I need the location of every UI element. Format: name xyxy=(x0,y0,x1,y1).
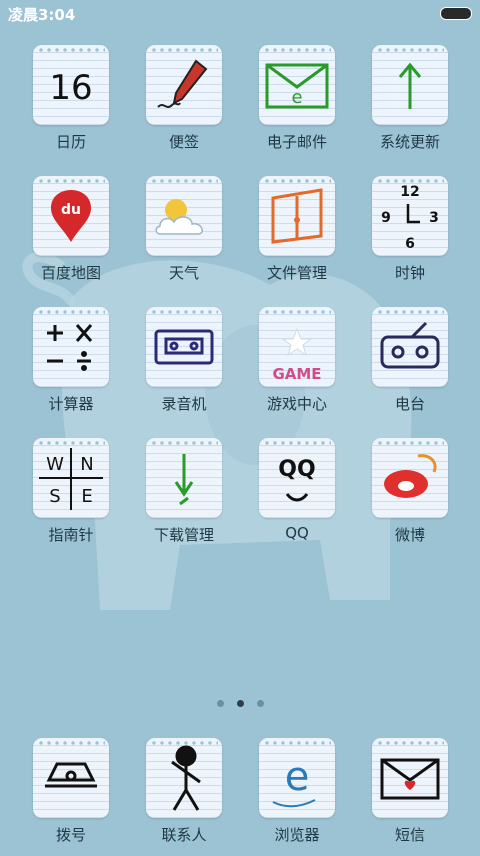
app-label: 文件管理 xyxy=(266,264,327,282)
browser-icon: e xyxy=(259,738,335,818)
app-label: 短信 xyxy=(394,826,425,844)
app-system-update[interactable]: 系统更新 xyxy=(360,45,460,163)
app-recorder[interactable]: 录音机 xyxy=(134,307,234,425)
app-calculator[interactable]: 计算器 xyxy=(21,307,121,425)
app-label: 电子邮件 xyxy=(266,133,327,151)
app-calendar[interactable]: 16 日历 xyxy=(21,45,121,163)
clock-digit: 3 xyxy=(429,210,439,226)
compass-icon: W N S E xyxy=(33,438,109,518)
page-indicator xyxy=(0,700,480,708)
calculator-icon xyxy=(33,307,109,387)
app-label: 时钟 xyxy=(394,264,425,282)
app-label: 录音机 xyxy=(161,395,207,413)
app-baidu-map[interactable]: du 百度地图 xyxy=(21,176,121,294)
app-label: 计算器 xyxy=(48,395,94,413)
app-qq[interactable]: QQ QQ xyxy=(247,438,347,556)
weibo-icon xyxy=(372,438,448,518)
app-label: QQ xyxy=(285,524,309,542)
clock-digit: 6 xyxy=(405,236,415,252)
app-label: 天气 xyxy=(168,264,199,282)
app-clock[interactable]: 12 9 3 6 时钟 xyxy=(360,176,460,294)
app-label: 指南针 xyxy=(48,526,94,544)
compass-letter: N xyxy=(80,454,93,475)
page-dot[interactable] xyxy=(217,700,224,707)
calendar-day: 16 xyxy=(49,68,92,108)
clock-icon: 12 9 3 6 xyxy=(372,176,448,256)
app-label: 浏览器 xyxy=(274,826,320,844)
app-label: 系统更新 xyxy=(379,133,440,151)
page-dot[interactable] xyxy=(257,700,264,707)
app-email[interactable]: e 电子邮件 xyxy=(247,45,347,163)
app-notes[interactable]: 便签 xyxy=(134,45,234,163)
radio-icon xyxy=(372,307,448,387)
app-radio[interactable]: 电台 xyxy=(360,307,460,425)
battery-icon xyxy=(440,7,472,20)
email-mark: e xyxy=(291,87,302,108)
game-icon: GAME xyxy=(259,307,335,387)
app-weather[interactable]: 天气 xyxy=(134,176,234,294)
envelope-icon: e xyxy=(259,45,335,125)
app-compass[interactable]: W N S E 指南针 xyxy=(21,438,121,556)
qq-icon: QQ xyxy=(259,438,335,518)
app-label: 拨号 xyxy=(55,826,86,844)
app-label: 微博 xyxy=(394,526,425,544)
folder-icon xyxy=(259,176,335,256)
qq-logo-text: QQ xyxy=(278,457,315,482)
status-bar: 凌晨3:04 xyxy=(0,0,480,28)
status-time: 凌晨3:04 xyxy=(8,6,76,24)
app-label: 百度地图 xyxy=(40,264,101,282)
app-game-center[interactable]: GAME 游戏中心 xyxy=(247,307,347,425)
compass-letter: S xyxy=(49,486,60,507)
page-dot-active[interactable] xyxy=(237,700,244,707)
compass-letter: W xyxy=(46,454,64,475)
weather-icon xyxy=(146,176,222,256)
pencil-icon xyxy=(146,45,222,125)
download-arrow-icon xyxy=(146,438,222,518)
dock-contacts[interactable]: 联系人 xyxy=(134,738,234,856)
app-label: 游戏中心 xyxy=(266,395,327,413)
clock-digit: 9 xyxy=(381,210,391,226)
app-file-manager[interactable]: 文件管理 xyxy=(247,176,347,294)
calendar-icon: 16 xyxy=(33,45,109,125)
game-logo-text: GAME xyxy=(272,365,321,383)
map-pin-icon: du xyxy=(33,176,109,256)
app-label: 日历 xyxy=(55,133,86,151)
clock-digit: 12 xyxy=(400,184,419,200)
compass-letter: E xyxy=(81,486,92,507)
dock-dialer[interactable]: 拨号 xyxy=(21,738,121,856)
person-icon xyxy=(146,738,222,818)
envelope-heart-icon xyxy=(372,738,448,818)
dock-browser[interactable]: e 浏览器 xyxy=(247,738,347,856)
dock-messages[interactable]: 短信 xyxy=(360,738,460,856)
app-label: 联系人 xyxy=(161,826,207,844)
phone-icon xyxy=(33,738,109,818)
up-arrow-icon xyxy=(372,45,448,125)
app-download-manager[interactable]: 下载管理 xyxy=(134,438,234,556)
baidu-logo-text: du xyxy=(61,202,81,218)
app-weibo[interactable]: 微博 xyxy=(360,438,460,556)
app-label: 电台 xyxy=(394,395,425,413)
browser-mark: e xyxy=(285,754,310,800)
cassette-icon xyxy=(146,307,222,387)
app-label: 便签 xyxy=(168,133,199,151)
app-label: 下载管理 xyxy=(153,526,214,544)
